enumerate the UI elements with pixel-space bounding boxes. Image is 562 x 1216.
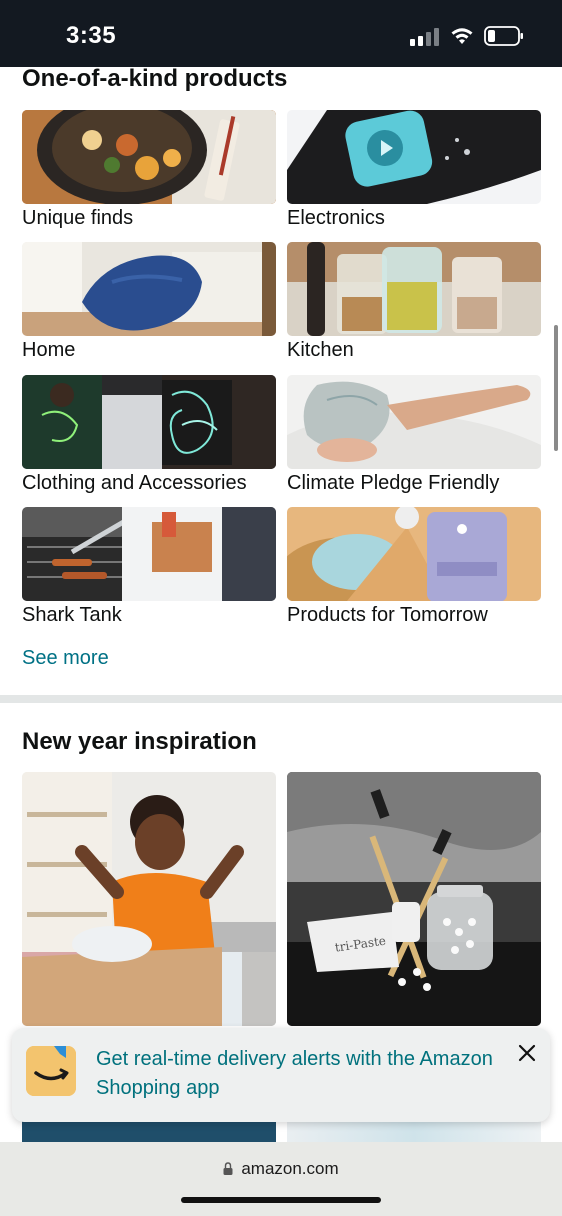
amazon-app-icon [26, 1046, 76, 1096]
unique-finds-image [22, 110, 276, 204]
tile-label: Home [22, 339, 76, 361]
tile-label: Kitchen [287, 339, 354, 361]
tile-electronics[interactable]: Electronics [287, 110, 541, 230]
home-indicator [181, 1197, 381, 1203]
inspiration-tile-unboxing[interactable] [22, 772, 276, 1026]
tile-label: Shark Tank [22, 604, 122, 626]
wifi-icon [451, 28, 473, 44]
section-title-new-year-inspiration: New year inspiration [22, 728, 257, 755]
products-for-tomorrow-image [287, 507, 541, 601]
tile-label: Electronics [287, 207, 385, 229]
home-image [22, 242, 276, 336]
tile-climate-pledge-friendly[interactable]: Climate Pledge Friendly [287, 375, 541, 495]
tile-shark-tank[interactable]: Shark Tank [22, 507, 276, 627]
battery-icon [484, 26, 523, 46]
toothpaste-image: tri-Paste [287, 772, 541, 1026]
close-icon[interactable] [514, 1040, 540, 1066]
tile-label: Products for Tomorrow [287, 604, 488, 626]
browser-url-bar[interactable]: amazon.com [0, 1142, 562, 1216]
tile-kitchen[interactable]: Kitchen [287, 242, 541, 362]
kitchen-image [287, 242, 541, 336]
status-time: 3:35 [66, 22, 117, 49]
inspiration-tile-toothpaste[interactable]: tri-Paste [287, 772, 541, 1026]
tile-label: Climate Pledge Friendly [287, 472, 500, 494]
section-divider [0, 695, 562, 703]
climate-pledge-image [287, 375, 541, 469]
tile-unique-finds[interactable]: Unique finds [22, 110, 276, 230]
unboxing-image [22, 772, 276, 1026]
tile-label: Clothing and Accessories [22, 472, 247, 494]
shark-tank-image [22, 507, 276, 601]
tile-label: Unique finds [22, 207, 134, 229]
signal-icon [410, 28, 440, 46]
clothing-accessories-image [22, 375, 276, 469]
tile-products-for-tomorrow[interactable]: Products for Tomorrow [287, 507, 541, 627]
electronics-image [287, 110, 541, 204]
app-download-banner[interactable]: Get real-time delivery alerts with the A… [12, 1028, 550, 1122]
tile-clothing-accessories[interactable]: Clothing and Accessories [22, 375, 276, 495]
url-domain: amazon.com [241, 1159, 339, 1178]
see-more-link[interactable]: See more [22, 647, 109, 670]
banner-message: Get real-time delivery alerts with the A… [96, 1048, 493, 1099]
lock-icon [223, 1162, 233, 1175]
url-display[interactable]: amazon.com [0, 1159, 562, 1179]
status-bar: 3:35 [0, 0, 562, 67]
scrollbar[interactable] [554, 325, 558, 451]
section-title-one-of-a-kind: One-of-a-kind products [22, 65, 288, 92]
tile-home[interactable]: Home [22, 242, 276, 362]
